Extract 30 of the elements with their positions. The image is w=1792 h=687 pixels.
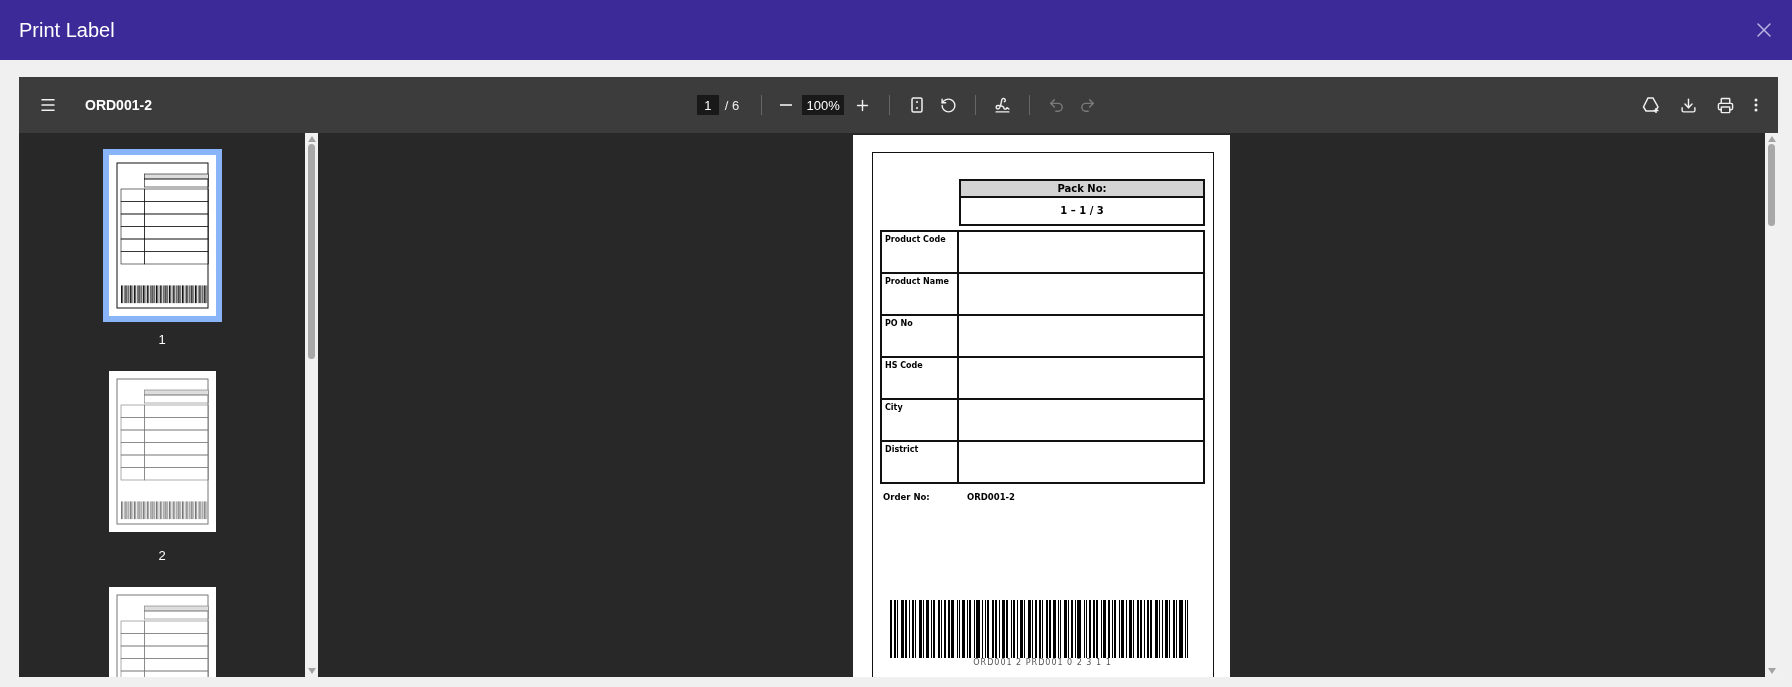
minus-icon (780, 104, 793, 106)
field-label: Product Code (882, 232, 959, 272)
pack-number: 1 – 1 / 3 (1059, 204, 1105, 218)
rotate-icon (940, 96, 958, 114)
barcode-text: ORD001 2 PRD001 0 2 3 1 1 (972, 658, 1113, 667)
thumbnail-page-number: 2 (158, 548, 166, 563)
print-icon (1717, 96, 1734, 114)
download-icon (1680, 96, 1697, 114)
field-label: District (882, 442, 959, 482)
drive-add-icon (1642, 96, 1660, 114)
field-label: PO No (882, 316, 959, 356)
dialog-title: Print Label (19, 18, 115, 42)
undo-icon (1048, 96, 1066, 114)
page-number-field[interactable]: 1 (696, 95, 719, 115)
scrollbar[interactable] (305, 133, 318, 677)
page-count: / 6 (724, 97, 740, 113)
signature-icon (994, 96, 1012, 114)
page-thumbnail[interactable] (102, 149, 222, 322)
document-title: ORD001-2 (85, 97, 152, 113)
zoom-field[interactable]: 100% (802, 95, 845, 115)
thumbnail-page-number: 1 (158, 332, 166, 347)
redo-icon (1079, 96, 1097, 114)
order-label: Order No: (883, 492, 931, 502)
field-label: HS Code (882, 358, 959, 398)
pack-header: Pack No: (961, 181, 1203, 198)
field-label: City (882, 400, 959, 440)
more-icon (1754, 98, 1758, 112)
menu-icon (39, 96, 57, 114)
order-number: ORD001-2 (967, 492, 1015, 502)
field-label: Product Name (882, 274, 959, 314)
